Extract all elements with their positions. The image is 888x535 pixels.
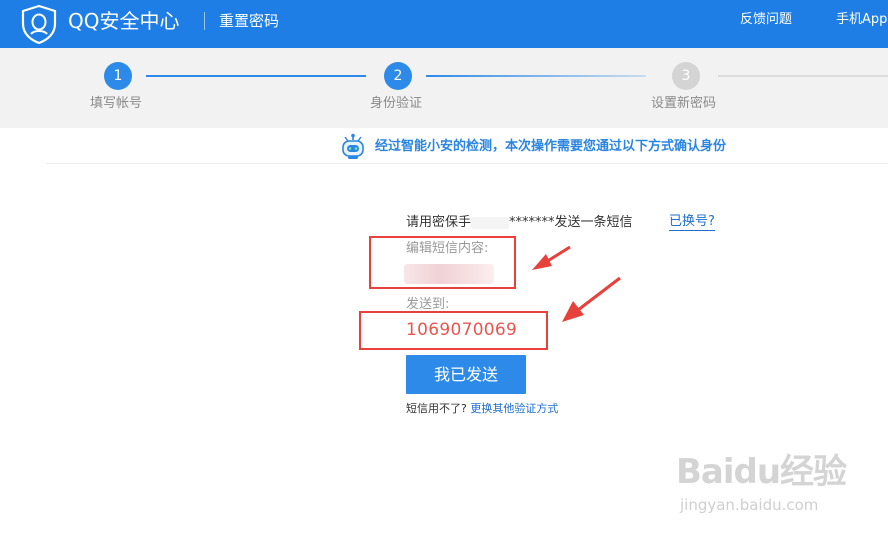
brand-title: QQ安全中心 [68, 9, 180, 33]
step-2-circle: 2 [384, 62, 412, 90]
robot-assistant-icon [342, 133, 364, 159]
nav-mobile-app-link[interactable]: 手机App [836, 11, 887, 29]
step-connector-2 [426, 75, 646, 77]
sent-confirm-button[interactable]: 我已发送 [406, 355, 526, 394]
annotation-box-number [359, 311, 548, 350]
baidu-watermark: Baidu经验 jingyan.baidu.com [676, 452, 866, 518]
step-2-label: 身份验证 [370, 96, 423, 111]
changed-number-link[interactable]: 已换号? [669, 214, 715, 231]
arrow-to-number-icon [562, 276, 621, 322]
step-1-label: 填写帐号 [90, 96, 143, 111]
notice-text: 经过智能小安的检测，本次操作需要您通过以下方式确认身份 [375, 139, 727, 154]
annotation-box-content [369, 236, 516, 289]
progress-steps: 1 2 3 填写帐号 身份验证 设置新密码 [0, 48, 888, 128]
sms-instruction-masked: *******发送一条短信 [509, 215, 633, 230]
help-line: 短信用不了? 更换其他验证方式 [406, 402, 558, 416]
step-3-circle: 3 [672, 62, 700, 90]
step-connector-3 [718, 75, 888, 77]
qq-shield-logo-icon [21, 4, 57, 44]
watermark-url: jingyan.baidu.com [680, 496, 819, 514]
watermark-brand: Baidu经验 [676, 452, 847, 492]
sms-instruction-prefix: 请用密保手 [406, 215, 472, 230]
header-divider [204, 12, 205, 30]
sms-instruction: 请用密保手 *******发送一条短信 [406, 214, 633, 232]
top-bar: QQ安全中心 重置密码 反馈问题 手机App [0, 0, 888, 48]
help-question: 短信用不了? [406, 402, 467, 415]
step-connector-1 [146, 75, 366, 77]
page-title: 重置密码 [219, 12, 280, 30]
step-3-label: 设置新密码 [651, 96, 717, 111]
nav-feedback-link[interactable]: 反馈问题 [740, 11, 792, 29]
verification-notice: 经过智能小安的检测，本次操作需要您通过以下方式确认身份 [46, 130, 888, 164]
switch-verification-link[interactable]: 更换其他验证方式 [470, 402, 558, 415]
step-1-circle: 1 [104, 62, 132, 90]
masked-phone-blur [471, 216, 510, 229]
arrow-to-content-icon [532, 245, 571, 270]
